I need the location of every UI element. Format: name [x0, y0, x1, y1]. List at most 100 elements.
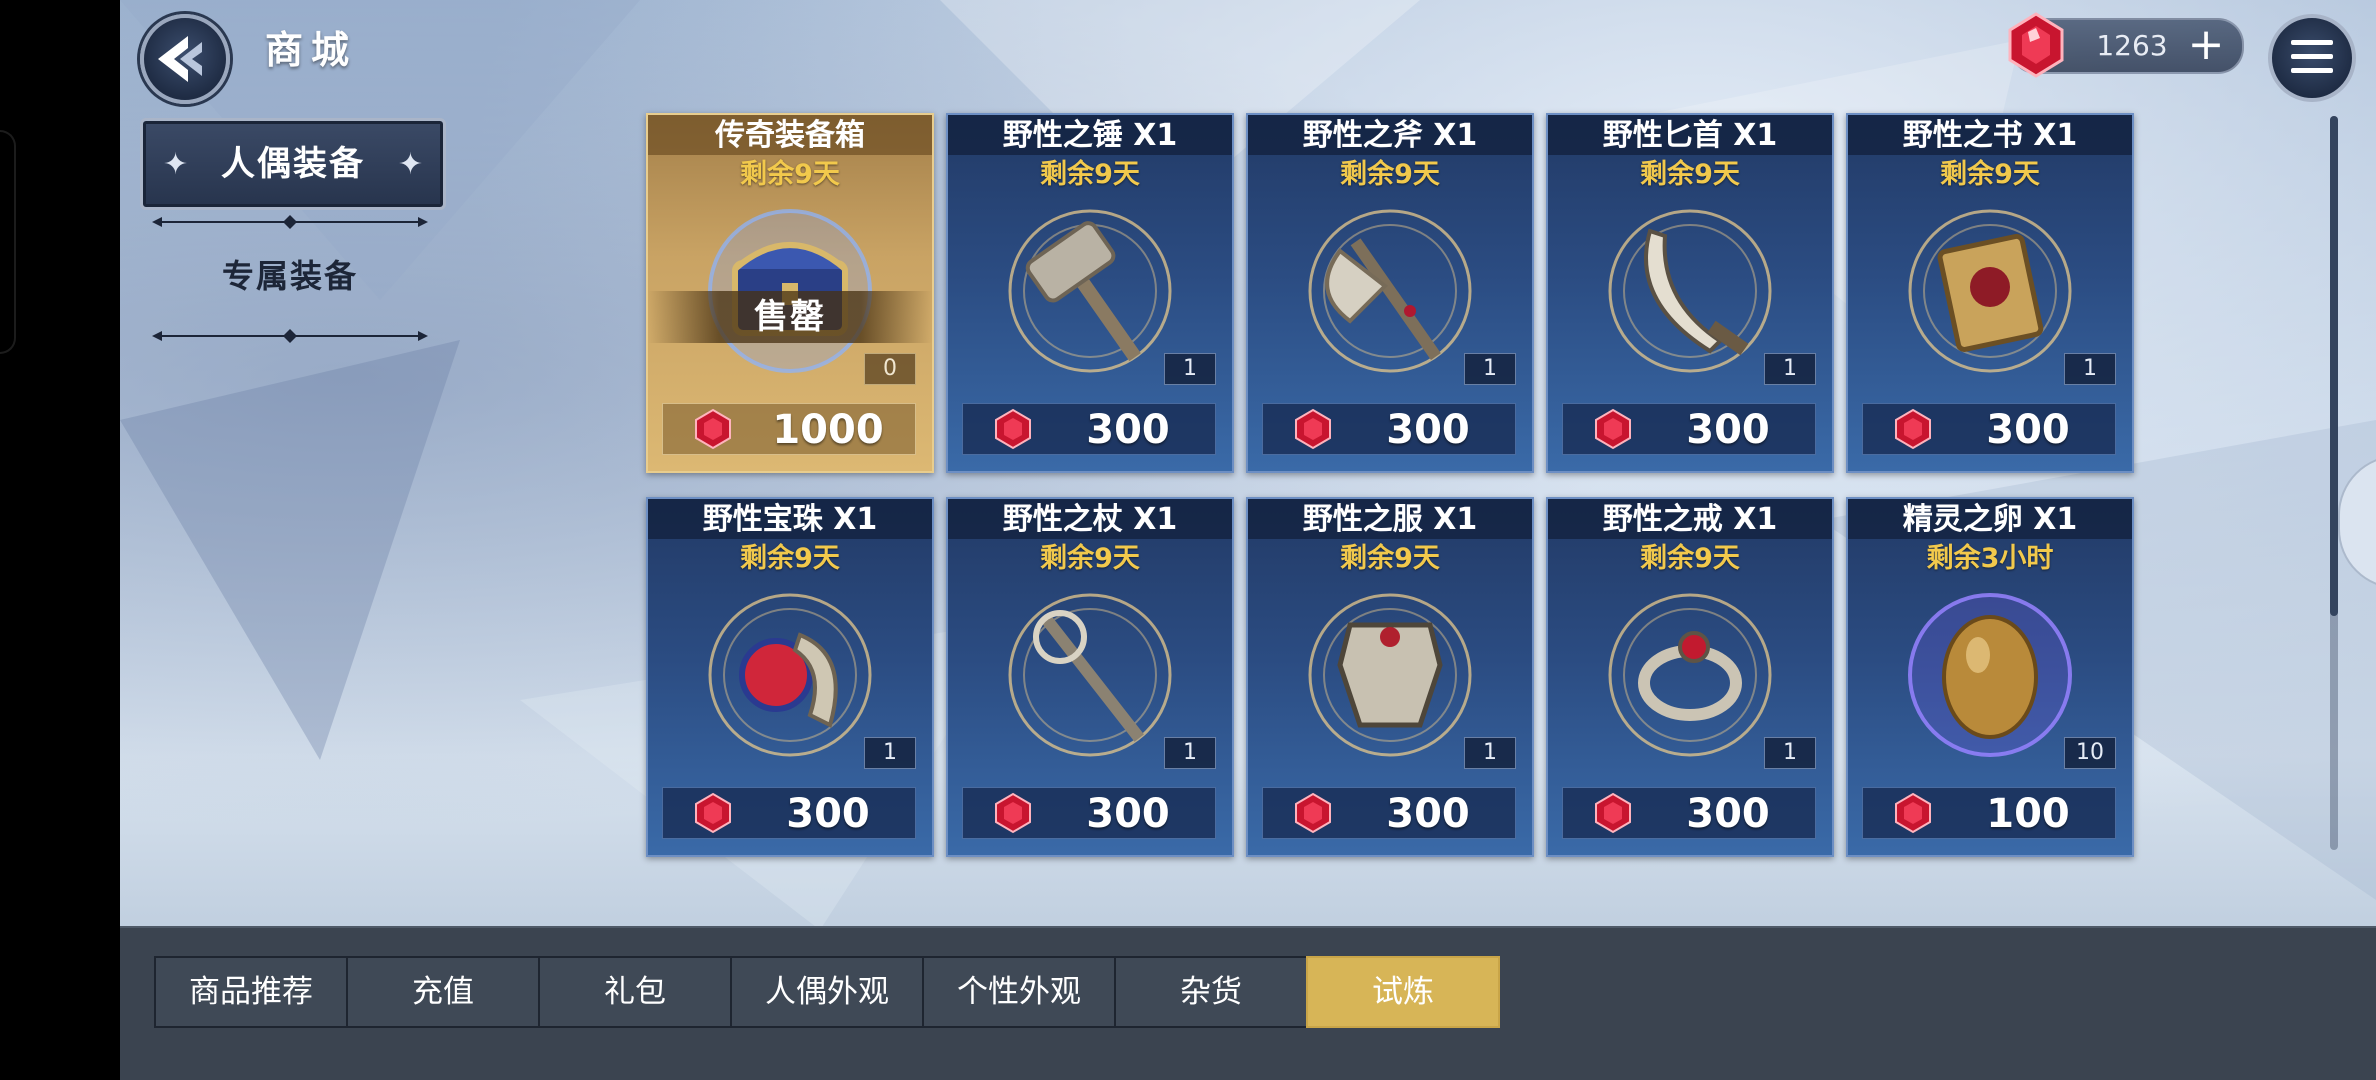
ruby-gem-icon — [695, 792, 731, 834]
tab-personal-appearance[interactable]: 个性外观 — [922, 956, 1116, 1028]
shop-screen: 商城 1263 + ✦ 人偶装备 ✦ 专属装备 传奇装备箱 剩余9天 售罄 0 … — [120, 0, 2376, 1080]
tab-trial[interactable]: 试炼 — [1306, 956, 1500, 1028]
tab-misc[interactable]: 杂货 — [1114, 956, 1308, 1028]
orb-icon — [708, 593, 872, 757]
price-button[interactable]: 300 — [1562, 403, 1816, 455]
stock-count: 0 — [864, 353, 916, 385]
device-edge — [0, 130, 16, 354]
ruby-gem-icon — [995, 792, 1031, 834]
stock-count: 1 — [864, 737, 916, 769]
armor-icon — [1308, 593, 1472, 757]
treasure-chest-icon — [708, 209, 872, 373]
price-value: 300 — [1086, 407, 1170, 453]
stock-count: 10 — [2064, 737, 2116, 769]
price-value: 300 — [1086, 791, 1170, 837]
ruby-gem-icon — [995, 408, 1031, 450]
price-button[interactable]: 300 — [962, 787, 1216, 839]
ruby-gem-icon — [1895, 792, 1931, 834]
price-button[interactable]: 100 — [1862, 787, 2116, 839]
back-arrow-icon — [158, 36, 202, 82]
stock-count: 1 — [2064, 353, 2116, 385]
product-name: 野性之杖 X1 — [1002, 502, 1178, 537]
price-button[interactable]: 300 — [1262, 403, 1516, 455]
currency-display: 1263 + — [2008, 12, 2244, 78]
ruby-gem-icon — [1895, 408, 1931, 450]
product-remaining-time: 剩余9天 — [1940, 159, 2040, 190]
product-card-wild-axe[interactable]: 野性之斧 X1 剩余9天 1 300 — [1246, 113, 1534, 473]
ornament-divider — [152, 329, 428, 343]
tab-recharge[interactable]: 充值 — [346, 956, 540, 1028]
price-value: 100 — [1986, 791, 2070, 837]
dagger-icon — [1608, 209, 1772, 373]
product-name: 野性之书 X1 — [1902, 118, 2078, 153]
product-name: 野性之服 X1 — [1302, 502, 1478, 537]
product-scrollbar[interactable] — [2330, 116, 2338, 850]
ruby-gem-icon — [1295, 408, 1331, 450]
tab-gift-packs[interactable]: 礼包 — [538, 956, 732, 1028]
ruby-gem-icon — [1595, 792, 1631, 834]
price-button[interactable]: 300 — [1562, 787, 1816, 839]
hammer-icon — [1008, 209, 1172, 373]
product-remaining-time: 剩余9天 — [1640, 543, 1740, 574]
price-button[interactable]: 300 — [1262, 787, 1516, 839]
stock-count: 1 — [1464, 353, 1516, 385]
tab-recommended[interactable]: 商品推荐 — [154, 956, 348, 1028]
currency-amount: 1263 — [2096, 29, 2168, 62]
product-name: 野性匕首 X1 — [1602, 118, 1778, 153]
sparkle-icon: ✦ — [397, 147, 423, 182]
stock-count: 1 — [1764, 737, 1816, 769]
product-remaining-time: 剩余9天 — [1340, 543, 1440, 574]
product-name: 野性之锤 X1 — [1002, 118, 1178, 153]
product-card-wild-orb[interactable]: 野性宝珠 X1 剩余9天 1 300 — [646, 497, 934, 857]
price-button[interactable]: 300 — [662, 787, 916, 839]
product-card-wild-hammer[interactable]: 野性之锤 X1 剩余9天 1 300 — [946, 113, 1234, 473]
menu-icon-line — [2291, 54, 2333, 59]
price-button[interactable]: 300 — [1862, 403, 2116, 455]
page-title: 商城 — [265, 28, 358, 72]
menu-button[interactable] — [2268, 14, 2356, 102]
product-card-wild-staff[interactable]: 野性之杖 X1 剩余9天 1 300 — [946, 497, 1234, 857]
product-remaining-time: 剩余9天 — [740, 159, 840, 190]
menu-icon — [2291, 40, 2333, 45]
price-value: 300 — [1686, 791, 1770, 837]
product-card-spirit-egg[interactable]: 精灵之卵 X1 剩余3小时 10 100 — [1846, 497, 2134, 857]
price-button[interactable]: 1000 — [662, 403, 916, 455]
product-card-wild-armor[interactable]: 野性之服 X1 剩余9天 1 300 — [1246, 497, 1534, 857]
sold-out-label: 售罄 — [754, 297, 826, 337]
stock-count: 1 — [1464, 737, 1516, 769]
price-value: 1000 — [772, 407, 884, 453]
product-card-wild-ring[interactable]: 野性之戒 X1 剩余9天 1 300 — [1546, 497, 1834, 857]
category-puppet-equipment[interactable]: ✦ 人偶装备 ✦ — [140, 118, 446, 210]
stock-count: 1 — [1764, 353, 1816, 385]
add-currency-button[interactable]: + — [2186, 23, 2226, 67]
back-button[interactable] — [140, 14, 230, 104]
ruby-gem-icon — [2008, 12, 2064, 78]
scrollbar-thumb[interactable] — [2330, 116, 2338, 616]
product-remaining-time: 剩余9天 — [1040, 543, 1140, 574]
ruby-gem-icon — [695, 408, 731, 450]
category-exclusive-equipment[interactable]: 专属装备 — [140, 248, 440, 304]
price-value: 300 — [1686, 407, 1770, 453]
price-button[interactable]: 300 — [962, 403, 1216, 455]
product-remaining-time: 剩余3小时 — [1926, 543, 2054, 574]
egg-icon — [1908, 593, 2072, 757]
product-name: 野性之斧 X1 — [1302, 118, 1478, 153]
price-value: 300 — [1986, 407, 2070, 453]
staff-icon — [1008, 593, 1172, 757]
book-icon — [1908, 209, 2072, 373]
product-card-wild-dagger[interactable]: 野性匕首 X1 剩余9天 1 300 — [1546, 113, 1834, 473]
menu-icon-line — [2291, 68, 2333, 73]
product-name: 野性之戒 X1 — [1602, 502, 1778, 537]
price-value: 300 — [1386, 407, 1470, 453]
stock-count: 1 — [1164, 353, 1216, 385]
ruby-gem-icon — [1595, 408, 1631, 450]
product-remaining-time: 剩余9天 — [1040, 159, 1140, 190]
product-name: 传奇装备箱 — [715, 118, 865, 153]
product-card-legendary-chest[interactable]: 传奇装备箱 剩余9天 售罄 0 1000 — [646, 113, 934, 473]
ornament-divider — [152, 215, 428, 229]
product-remaining-time: 剩余9天 — [1340, 159, 1440, 190]
tab-puppet-appearance[interactable]: 人偶外观 — [730, 956, 924, 1028]
product-card-wild-book[interactable]: 野性之书 X1 剩余9天 1 300 — [1846, 113, 2134, 473]
product-remaining-time: 剩余9天 — [1640, 159, 1740, 190]
price-value: 300 — [1386, 791, 1470, 837]
